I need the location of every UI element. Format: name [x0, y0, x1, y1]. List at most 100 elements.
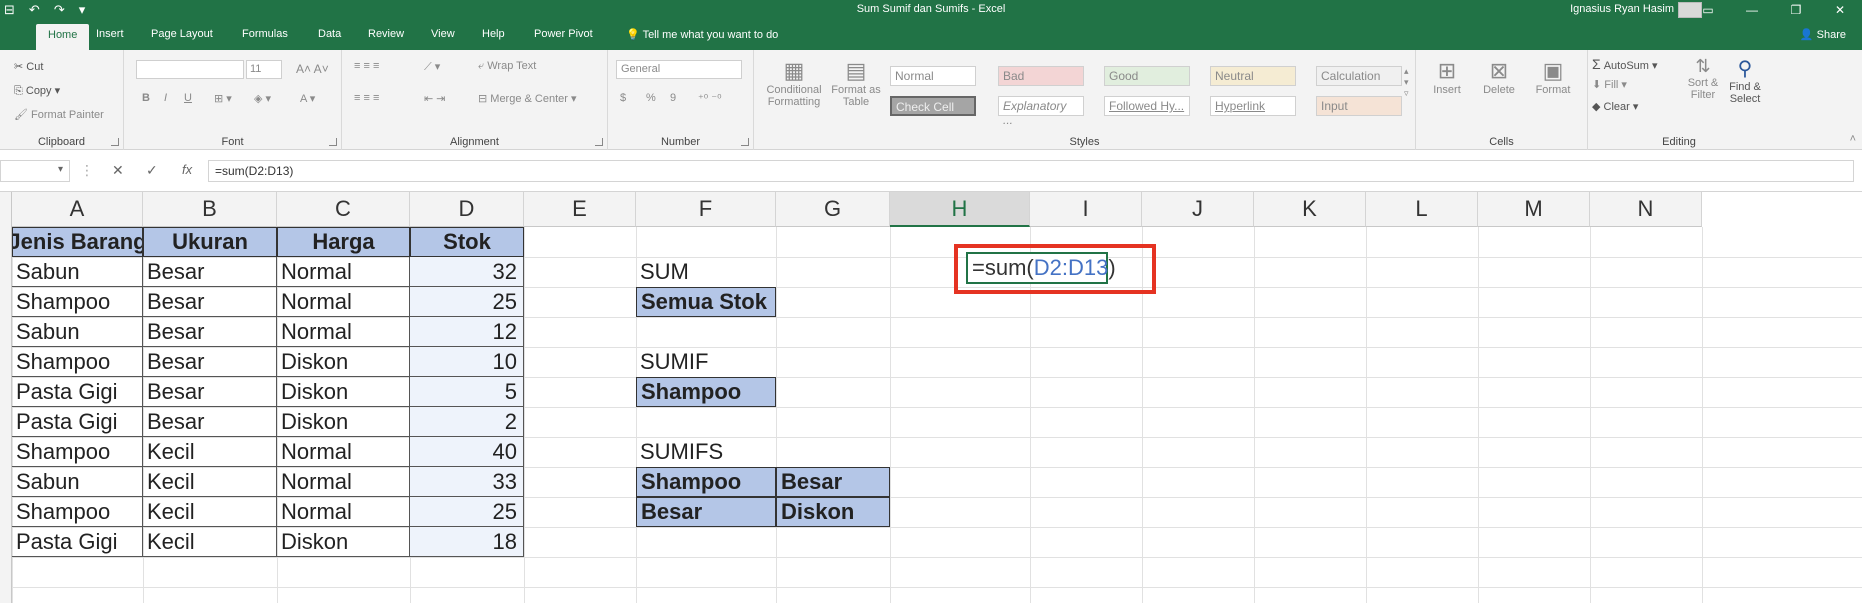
- table-header-cell[interactable]: Ukuran: [143, 227, 277, 257]
- sumifs-criteria-cell[interactable]: Shampoo: [636, 467, 776, 497]
- row-headers[interactable]: [0, 192, 12, 603]
- style-explanatory[interactable]: Explanatory ...: [998, 96, 1084, 127]
- table-cell[interactable]: Diskon: [277, 527, 410, 557]
- table-header-cell[interactable]: Jenis Barang: [12, 227, 143, 257]
- decimal-icon[interactable]: ⁺⁰ ⁻⁰: [698, 92, 722, 105]
- share-button[interactable]: 👤 Share: [1800, 28, 1846, 41]
- autosum-button[interactable]: Σ AutoSum ▾: [1592, 56, 1658, 72]
- table-cell[interactable]: Shampoo: [12, 437, 143, 467]
- table-cell[interactable]: Besar: [143, 317, 277, 347]
- currency-button[interactable]: $: [620, 92, 626, 104]
- style-normal[interactable]: Normal: [890, 66, 976, 86]
- column-header-b[interactable]: B: [143, 192, 277, 227]
- insert-function-button[interactable]: fx: [182, 162, 192, 177]
- fill-color-icon[interactable]: ◈ ▾: [254, 92, 271, 105]
- stok-cell[interactable]: 32: [410, 257, 524, 287]
- sumif-label[interactable]: SUMIF: [636, 347, 776, 377]
- insert-cells-button[interactable]: ⊞ Insert: [1426, 58, 1468, 96]
- merge-center-button[interactable]: ⊟ Merge & Center ▾: [478, 92, 577, 105]
- style-neutral[interactable]: Neutral: [1210, 66, 1296, 86]
- dialog-launcher-icon[interactable]: [329, 138, 337, 146]
- italic-button[interactable]: I: [164, 92, 167, 104]
- column-header-e[interactable]: E: [524, 192, 636, 227]
- table-cell[interactable]: Normal: [277, 257, 410, 287]
- stok-cell[interactable]: 10: [410, 347, 524, 377]
- table-cell[interactable]: Normal: [277, 287, 410, 317]
- column-header-a[interactable]: A: [12, 192, 143, 227]
- format-painter-button[interactable]: 🖌 Format Painter: [14, 108, 104, 121]
- top-align-icon[interactable]: ≡ ≡ ≡: [354, 60, 379, 72]
- delete-cells-button[interactable]: ⊠ Delete: [1478, 58, 1520, 96]
- copy-button[interactable]: ⎘ Copy ▾: [14, 84, 60, 98]
- formula-input[interactable]: =sum(D2:D13): [208, 160, 1854, 182]
- wrap-text-button[interactable]: ⤶ Wrap Text: [478, 60, 536, 73]
- tab-page-layout[interactable]: Page Layout: [151, 28, 213, 40]
- collapse-ribbon-icon[interactable]: ˄: [1850, 133, 1856, 145]
- sum-criteria-cell[interactable]: Semua Stok: [636, 287, 776, 317]
- sumif-criteria-cell[interactable]: Shampoo: [636, 377, 776, 407]
- table-cell[interactable]: Kecil: [143, 467, 277, 497]
- tab-insert[interactable]: Insert: [96, 28, 124, 40]
- sort-filter-button[interactable]: ⇅ Sort & Filter: [1684, 56, 1722, 101]
- table-cell[interactable]: Kecil: [143, 527, 277, 557]
- comma-button[interactable]: 9: [670, 92, 676, 104]
- column-header-l[interactable]: L: [1366, 192, 1478, 227]
- ribbon-display-options-icon[interactable]: ▭: [1686, 0, 1730, 20]
- gallery-scroll-icon[interactable]: ▴ ▾ ▿: [1404, 66, 1409, 99]
- stok-cell[interactable]: 33: [410, 467, 524, 497]
- style-followed-hyperlink[interactable]: Followed Hy...: [1104, 96, 1190, 116]
- table-header-cell[interactable]: Harga: [277, 227, 410, 257]
- format-cells-button[interactable]: ▣ Format: [1530, 58, 1576, 96]
- restore-icon[interactable]: ❐: [1774, 0, 1818, 20]
- table-cell[interactable]: Diskon: [277, 407, 410, 437]
- sum-label[interactable]: SUM: [636, 257, 776, 287]
- sumifs-label[interactable]: SUMIFS: [636, 437, 776, 467]
- table-cell[interactable]: Besar: [143, 287, 277, 317]
- stok-cell[interactable]: 25: [410, 287, 524, 317]
- left-align-icon[interactable]: ≡ ≡ ≡: [354, 92, 379, 104]
- tab-review[interactable]: Review: [368, 28, 404, 40]
- column-header-f[interactable]: F: [636, 192, 776, 227]
- orientation-icon[interactable]: ⟋ ▾: [424, 60, 440, 74]
- percent-button[interactable]: %: [646, 92, 656, 104]
- stok-cell[interactable]: 5: [410, 377, 524, 407]
- tab-power-pivot[interactable]: Power Pivot: [534, 28, 593, 40]
- conditional-formatting-button[interactable]: ▦ Conditional Formatting: [764, 58, 824, 108]
- cut-button[interactable]: ✂ Cut: [14, 60, 43, 73]
- tab-data[interactable]: Data: [318, 28, 341, 40]
- tab-home[interactable]: Home: [36, 24, 90, 50]
- style-bad[interactable]: Bad: [998, 66, 1084, 86]
- sumifs-criteria-cell[interactable]: Diskon: [776, 497, 890, 527]
- table-header-cell[interactable]: Stok: [410, 227, 524, 257]
- tab-formulas[interactable]: Formulas: [242, 28, 288, 40]
- style-input[interactable]: Input: [1316, 96, 1402, 116]
- table-cell[interactable]: Sabun: [12, 257, 143, 287]
- style-hyperlink[interactable]: Hyperlink: [1210, 96, 1296, 116]
- stok-cell[interactable]: 25: [410, 497, 524, 527]
- name-box[interactable]: ▾: [0, 160, 70, 182]
- table-cell[interactable]: Besar: [143, 377, 277, 407]
- column-header-j[interactable]: J: [1142, 192, 1254, 227]
- dialog-launcher-icon[interactable]: [595, 138, 603, 146]
- table-cell[interactable]: Shampoo: [12, 347, 143, 377]
- stok-cell[interactable]: 12: [410, 317, 524, 347]
- table-cell[interactable]: Diskon: [277, 377, 410, 407]
- table-cell[interactable]: Besar: [143, 257, 277, 287]
- fill-button[interactable]: ⬇ Fill ▾: [1592, 78, 1627, 91]
- table-cell[interactable]: Normal: [277, 497, 410, 527]
- sumifs-criteria-cell[interactable]: Besar: [776, 467, 890, 497]
- column-header-i[interactable]: I: [1030, 192, 1142, 227]
- column-header-g[interactable]: G: [776, 192, 890, 227]
- dialog-launcher-icon[interactable]: [111, 138, 119, 146]
- bold-button[interactable]: B: [142, 92, 150, 104]
- table-cell[interactable]: Shampoo: [12, 497, 143, 527]
- column-header-h[interactable]: H: [890, 192, 1030, 227]
- table-cell[interactable]: Pasta Gigi: [12, 527, 143, 557]
- clear-button[interactable]: ◆ Clear ▾: [1592, 100, 1638, 113]
- stok-cell[interactable]: 40: [410, 437, 524, 467]
- table-cell[interactable]: Pasta Gigi: [12, 407, 143, 437]
- font-name-select[interactable]: [136, 60, 244, 79]
- table-cell[interactable]: Normal: [277, 467, 410, 497]
- user-name[interactable]: Ignasius Ryan Hasim: [1570, 3, 1674, 15]
- column-header-c[interactable]: C: [277, 192, 410, 227]
